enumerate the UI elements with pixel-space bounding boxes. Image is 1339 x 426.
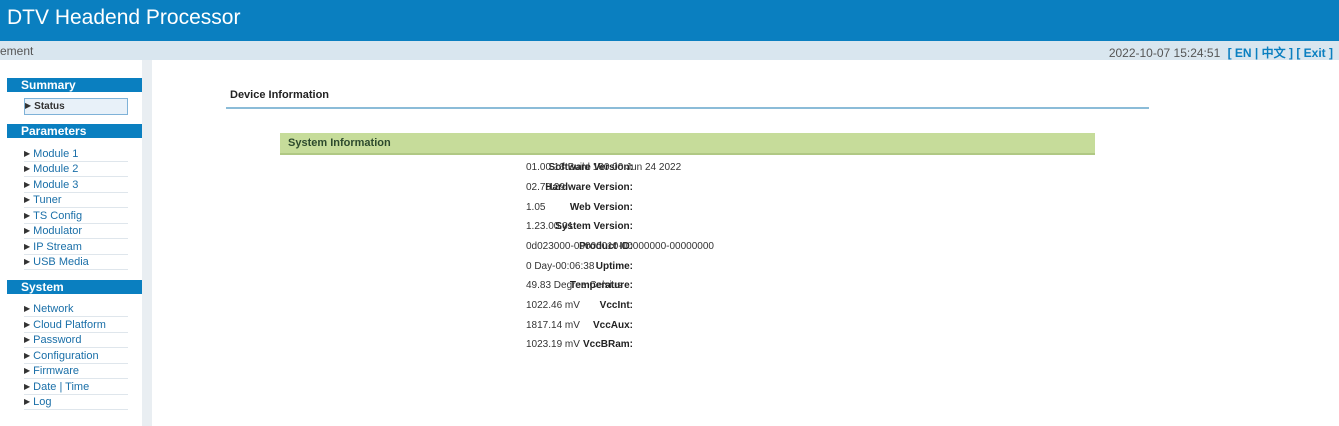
lang-en-link[interactable]: [ EN | (1228, 46, 1259, 60)
sidebar-item-module-1[interactable]: ▶ Module 1 (24, 147, 128, 162)
page-title: Device Information (230, 89, 330, 101)
sidebar-item-label: Date | Time (33, 381, 90, 393)
sidebar-item-ts-config[interactable]: ▶ TS Config (24, 209, 128, 224)
sidebar-item-label: Module 3 (33, 179, 79, 191)
triangle-right-icon: ▶ (24, 211, 31, 220)
sidebar-item-label: Log (33, 396, 52, 408)
sidebar-item-label: Status (34, 101, 65, 112)
lang-zh-link[interactable]: 中文 ] (1262, 46, 1293, 60)
sidebar-item-log[interactable]: ▶ Log (24, 395, 128, 410)
sidebar-item-usb-media[interactable]: ▶ USB Media (24, 255, 128, 270)
info-row-software-version: Software Version: 01.00.13 Build 160.00 … (280, 162, 1095, 180)
sidebar-item-ip-stream[interactable]: ▶ IP Stream (24, 240, 128, 255)
status-bar-right: 2022-10-07 15:24:51 [ EN | 中文 ] [ Exit ] (1109, 44, 1333, 61)
triangle-right-icon: ▶ (24, 257, 31, 266)
triangle-right-icon: ▶ (24, 149, 31, 158)
sidebar-item-label: Modulator (33, 225, 83, 237)
sidebar-item-label: Module 2 (33, 163, 79, 175)
info-label: Uptime: (595, 261, 633, 272)
info-value: 1023.19 mV (526, 339, 580, 350)
info-value: 1.05 (526, 202, 546, 213)
app-header: DTV Headend Processor (0, 0, 1339, 41)
info-value: 49.83 Degree Celsius (526, 280, 623, 291)
sidebar-item-modulator[interactable]: ▶ Modulator (24, 224, 128, 239)
sidebar-item-label: Module 1 (33, 148, 79, 160)
sidebar-section-summary: Summary (7, 78, 142, 92)
panel-title: System Information (280, 133, 1095, 155)
info-row-vccint: VccInt: 1022.46 mV (280, 300, 1095, 318)
sidebar-item-label: Tuner (33, 194, 62, 206)
info-value: 0d023000-00000010-00000000-00000000 (526, 241, 714, 252)
info-row-temperature: Temperature: 49.83 Degree Celsius (280, 280, 1095, 298)
sidebar-item-label: Cloud Platform (33, 319, 106, 331)
sidebar-item-label: Network (33, 303, 74, 315)
sidebar-item-label: Firmware (33, 365, 79, 377)
sidebar-item-cloud-platform[interactable]: ▶ Cloud Platform (24, 318, 128, 333)
triangle-right-icon: ▶ (24, 335, 31, 344)
info-row-hardware-version: Hardware Version: 02.70.29 (280, 182, 1095, 200)
sidebar-panel: Summary ▶ Status Parameters ▶ Module 1 ▶ Mo… (0, 60, 142, 426)
triangle-right-icon: ▶ (24, 351, 31, 360)
triangle-right-icon: ▶ (24, 320, 31, 329)
info-row-system-version: System Version: 1.23.00.01 (280, 221, 1095, 239)
info-label: VccInt: (599, 300, 633, 311)
status-bar: ement 2022-10-07 15:24:51 [ EN | 中文 ] [ … (0, 41, 1339, 60)
sidebar-section-system: System (7, 280, 142, 294)
triangle-right-icon: ▶ (25, 101, 32, 110)
info-value: 1817.14 mV (526, 320, 580, 331)
info-value: 01.00.13 Build 160.00 Jun 24 2022 (526, 162, 682, 173)
sidebar-item-firmware[interactable]: ▶ Firmware (24, 364, 128, 379)
info-label: Web Version: (569, 202, 633, 213)
sidebar-item-password[interactable]: ▶ Password (24, 333, 128, 348)
triangle-right-icon: ▶ (24, 304, 31, 313)
triangle-right-icon: ▶ (24, 180, 31, 189)
app-title: DTV Headend Processor (7, 6, 241, 29)
sidebar-item-status[interactable]: ▶ Status (24, 98, 128, 115)
info-label: VccBRam: (582, 339, 633, 350)
breadcrumb: ement (0, 44, 34, 58)
info-value: 1.23.00.01 (526, 221, 574, 232)
info-row-web-version: Web Version: 1.05 (280, 202, 1095, 220)
triangle-right-icon: ▶ (24, 242, 31, 251)
info-row-uptime: Uptime: 0 Day-00:06:38 (280, 261, 1095, 279)
exit-link[interactable]: [ Exit ] (1296, 46, 1333, 60)
sidebar-item-module-3[interactable]: ▶ Module 3 (24, 178, 128, 193)
sidebar-item-label: TS Config (33, 210, 83, 222)
sidebar-section-parameters: Parameters (7, 124, 142, 138)
triangle-right-icon: ▶ (24, 164, 31, 173)
info-value: 02.70.29 (526, 182, 565, 193)
triangle-right-icon: ▶ (24, 397, 31, 406)
sidebar: Summary ▶ Status Parameters ▶ Module 1 ▶ Mo… (0, 60, 152, 426)
info-row-product-id: Product ID: 0d023000-00000010-00000000-0… (280, 241, 1095, 259)
triangle-right-icon: ▶ (24, 382, 31, 391)
sidebar-item-date-time[interactable]: ▶ Date | Time (24, 380, 128, 395)
sidebar-item-label: Password (33, 334, 82, 346)
info-value: 0 Day-00:06:38 (526, 261, 595, 272)
sidebar-item-tuner[interactable]: ▶ Tuner (24, 193, 128, 208)
triangle-right-icon: ▶ (24, 226, 31, 235)
info-row-vccaux: VccAux: 1817.14 mV (280, 320, 1095, 338)
sidebar-item-network[interactable]: ▶ Network (24, 302, 128, 317)
triangle-right-icon: ▶ (24, 195, 31, 204)
info-value: 1022.46 mV (526, 300, 580, 311)
title-divider (226, 107, 1149, 109)
sidebar-item-label: IP Stream (33, 241, 82, 253)
sidebar-item-label: Configuration (33, 350, 99, 362)
triangle-right-icon: ▶ (24, 366, 31, 375)
info-row-vccbram: VccBRam: 1023.19 mV (280, 339, 1095, 357)
sidebar-item-label: USB Media (33, 256, 89, 268)
datetime-display: 2022-10-07 15:24:51 (1108, 46, 1221, 60)
sidebar-item-module-2[interactable]: ▶ Module 2 (24, 162, 128, 177)
main-content: Device Information System Information So… (152, 60, 1339, 426)
sidebar-item-configuration[interactable]: ▶ Configuration (24, 349, 128, 364)
info-label: VccAux: (592, 320, 633, 331)
